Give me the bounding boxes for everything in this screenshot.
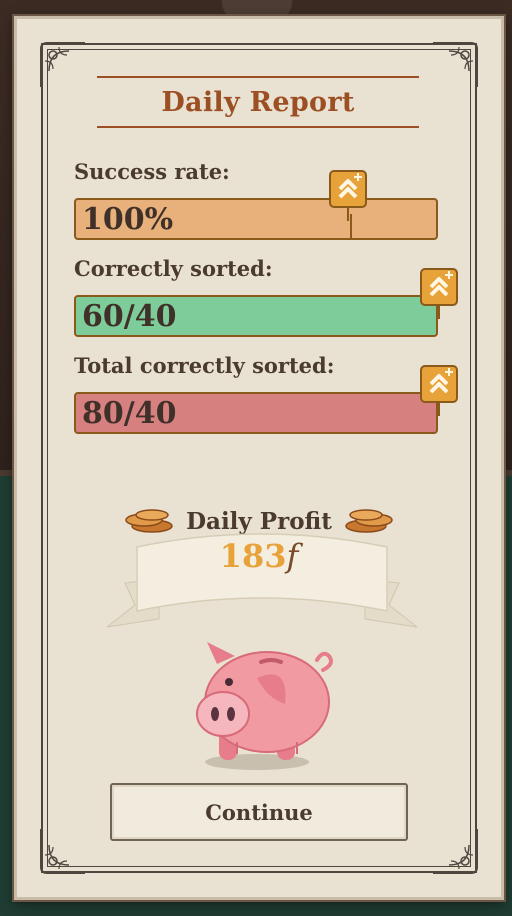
currency-symbol: f [286,537,299,575]
daily-report-panel: Daily Report Success rate: 100% Correctl… [14,16,504,900]
ornament-corner-icon [431,827,479,875]
upgrade-badge-icon[interactable] [419,364,459,418]
upgrade-badge-icon[interactable] [419,267,459,321]
daily-profit-amount: 183f [17,537,501,575]
ornament-corner-icon [39,41,87,89]
correctly-sorted-label: Correctly sorted: [74,256,273,281]
total-correctly-sorted-bar: 80/40 [74,392,438,434]
success-rate-label: Success rate: [74,159,230,184]
total-correctly-sorted-value: 80/40 [82,396,177,431]
piggy-bank-icon [177,634,337,776]
upgrade-badge-icon[interactable] [328,169,368,223]
success-rate-bar: 100% [74,198,438,240]
page-title: Daily Report [161,86,355,118]
ornament-corner-icon [39,827,87,875]
title-banner: Daily Report [97,76,419,128]
total-correctly-sorted-label: Total correctly sorted: [74,353,335,378]
profit-amount-number: 183 [219,537,287,575]
ornament-corner-icon [431,41,479,89]
correctly-sorted-value: 60/40 [82,299,177,334]
success-rate-value: 100% [82,202,174,237]
continue-button[interactable]: Continue [110,783,408,841]
correctly-sorted-bar: 60/40 [74,295,438,337]
